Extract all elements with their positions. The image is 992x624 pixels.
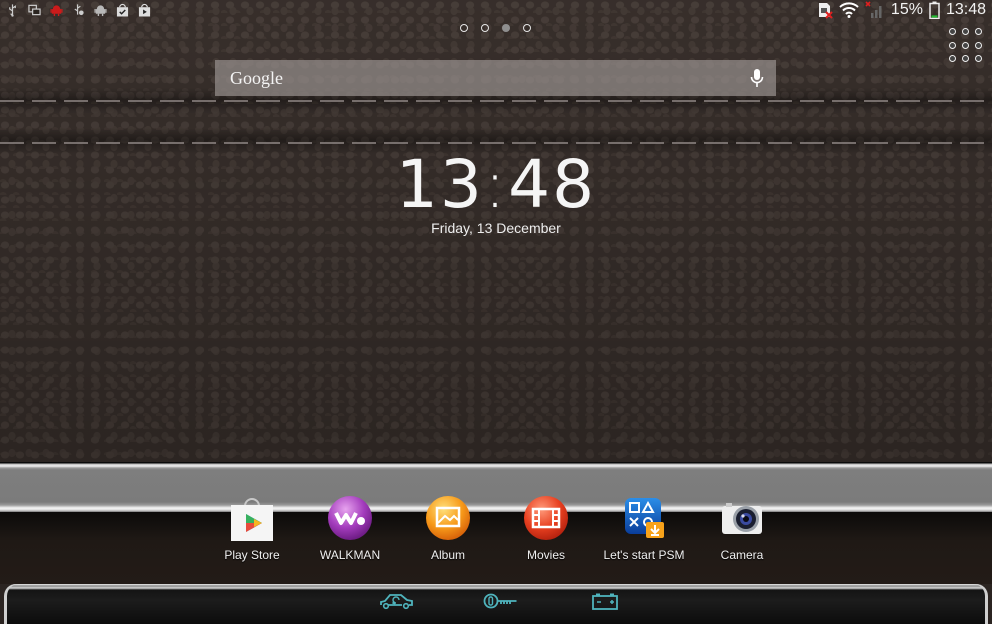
grid-dot bbox=[962, 55, 969, 63]
nav-buttons bbox=[378, 592, 624, 610]
clock-minutes: 48 bbox=[508, 146, 597, 223]
microphone-icon[interactable] bbox=[750, 68, 764, 88]
status-bar[interactable]: 15% 13:48 bbox=[0, 0, 992, 22]
page-dot[interactable] bbox=[460, 24, 468, 32]
stitch-line-top bbox=[0, 100, 992, 102]
app-walkman[interactable]: WALKMAN bbox=[301, 494, 399, 562]
camera-icon bbox=[722, 503, 762, 534]
app-camera[interactable]: Camera bbox=[693, 494, 791, 562]
movies-icon bbox=[524, 496, 568, 540]
app-album[interactable]: Album bbox=[399, 494, 497, 562]
android-debug-icon bbox=[50, 5, 63, 17]
google-logo: Google bbox=[230, 68, 283, 88]
battery-percent: 15% bbox=[890, 1, 923, 18]
grid-dot bbox=[975, 41, 982, 49]
app-psm[interactable]: Let's start PSM bbox=[595, 494, 693, 562]
screen-mirror-icon bbox=[28, 4, 41, 16]
clock-hours: 13 bbox=[395, 146, 484, 223]
page-dot-active[interactable] bbox=[502, 24, 510, 32]
app-label: Movies bbox=[526, 548, 565, 562]
key-home-icon[interactable] bbox=[482, 592, 520, 610]
clock-date: Friday, 13 December bbox=[431, 220, 561, 236]
grid-dot bbox=[962, 41, 969, 49]
page-indicator[interactable] bbox=[460, 24, 531, 32]
battery-recent-icon[interactable] bbox=[586, 592, 624, 610]
status-clock: 13:48 bbox=[945, 1, 986, 18]
clock-widget[interactable]: 13:48 bbox=[0, 146, 992, 223]
psm-icon bbox=[625, 498, 664, 538]
app-label: Camera bbox=[720, 548, 764, 562]
grid-dot bbox=[949, 28, 956, 35]
play-store-update-icon bbox=[138, 3, 151, 17]
battery-icon bbox=[929, 1, 940, 19]
task-done-icon bbox=[116, 3, 129, 17]
app-label: Play Store bbox=[224, 548, 280, 562]
album-icon bbox=[426, 496, 470, 540]
app-label: WALKMAN bbox=[319, 548, 381, 562]
all-apps-button[interactable] bbox=[949, 28, 985, 64]
dock: Play Store WALKMAN Album Movies Let's st… bbox=[203, 494, 791, 562]
grid-dot bbox=[949, 55, 956, 63]
grid-dot bbox=[949, 41, 956, 49]
sim-missing-icon bbox=[818, 3, 833, 19]
app-play-store[interactable]: Play Store bbox=[203, 494, 301, 562]
walkman-icon bbox=[328, 496, 372, 540]
google-search-bar[interactable]: Google bbox=[215, 60, 776, 96]
page-dot[interactable] bbox=[481, 24, 489, 32]
page-dot[interactable] bbox=[523, 24, 531, 32]
grid-dot bbox=[975, 28, 982, 35]
car-back-icon[interactable] bbox=[378, 592, 416, 610]
system-status: 15% 13:48 bbox=[817, 1, 986, 19]
android-icon bbox=[94, 5, 107, 17]
play-store-icon bbox=[231, 498, 273, 541]
wifi-icon bbox=[839, 2, 859, 18]
grid-dot bbox=[962, 28, 969, 35]
app-label: Let's start PSM bbox=[603, 548, 685, 562]
stitch-line-bottom bbox=[0, 142, 992, 144]
signal-no-service-icon bbox=[865, 1, 882, 18]
app-label: Album bbox=[430, 548, 465, 562]
usb-icon bbox=[9, 4, 16, 17]
app-movies[interactable]: Movies bbox=[497, 494, 595, 562]
notification-icons bbox=[6, 3, 151, 17]
grid-dot bbox=[975, 55, 982, 63]
clock-colon: : bbox=[483, 146, 509, 223]
usb-debugging-icon bbox=[74, 4, 84, 16]
